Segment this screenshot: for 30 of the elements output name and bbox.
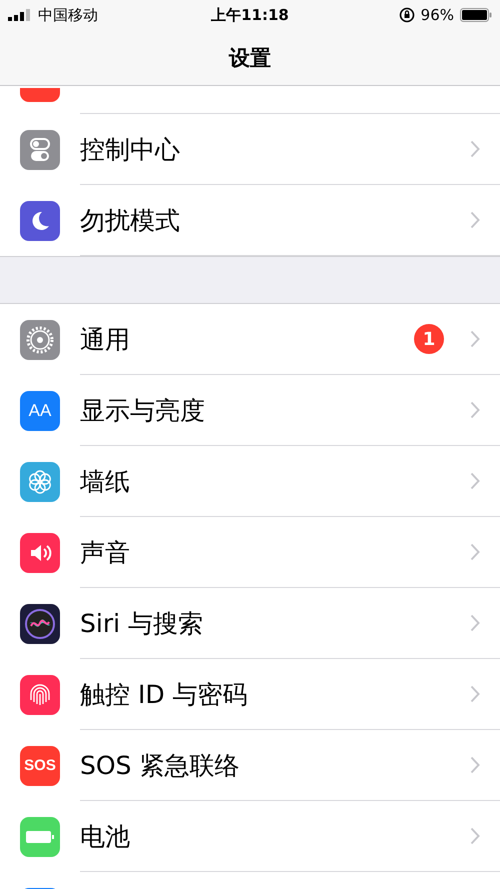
app-icon: AA xyxy=(20,390,60,430)
row-label: Siri 与搜索 xyxy=(80,608,204,640)
row-label: 声音 xyxy=(80,536,131,568)
row-label: 通用 xyxy=(80,324,131,356)
chevron-icon xyxy=(470,827,480,845)
carrier-name: 中国移动 xyxy=(38,6,98,24)
signal-icon xyxy=(8,9,32,21)
notification-badge: 1 xyxy=(414,324,444,354)
row-label: 墙纸 xyxy=(80,466,131,498)
chevron-icon xyxy=(470,614,480,632)
row-label: 显示与亮度 xyxy=(80,394,206,426)
row-label: SOS 紧急联络 xyxy=(80,750,240,782)
chevron-icon xyxy=(470,211,480,229)
chevron-icon xyxy=(470,472,480,490)
chevron-icon xyxy=(470,756,480,774)
chevron-icon xyxy=(470,330,480,348)
chevron-icon xyxy=(470,685,480,703)
app-icon: SOS xyxy=(20,746,60,786)
row-label: 控制中心 xyxy=(80,134,181,166)
battery-icon xyxy=(460,8,492,22)
row-label: 勿扰模式 xyxy=(80,204,181,236)
chevron-icon xyxy=(470,140,480,158)
page-title: 设置 xyxy=(229,44,271,72)
chevron-icon xyxy=(470,401,480,419)
row-label: 触控 ID 与密码 xyxy=(80,678,249,710)
battery-percent: 96% xyxy=(420,6,454,24)
clock-time: 上午11:18 xyxy=(211,6,289,24)
row-label: 电池 xyxy=(80,820,131,852)
rotation-lock-icon xyxy=(398,7,415,23)
chevron-icon xyxy=(470,543,480,561)
